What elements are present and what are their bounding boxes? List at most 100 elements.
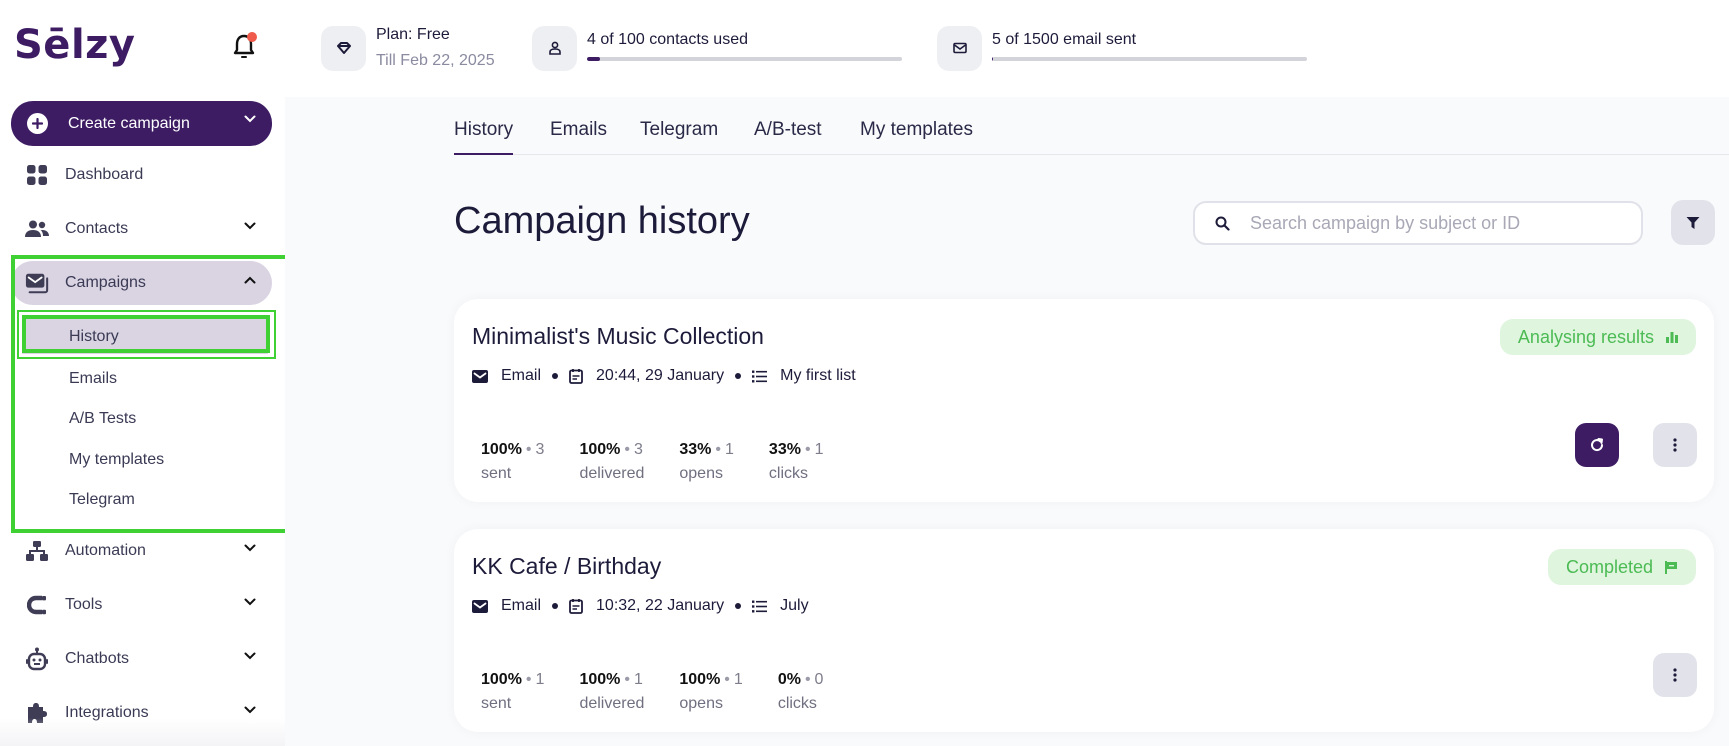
campaign-title[interactable]: Minimalist's Music Collection [472,323,764,350]
refresh-button[interactable] [1575,423,1619,467]
campaign-card[interactable]: Minimalist's Music Collection Email 20:4… [454,299,1714,502]
plan-expiry: Till Feb 22, 2025 [376,52,495,69]
chevron-down-icon[interactable] [244,652,256,660]
list-icon [752,370,768,382]
create-campaign-button[interactable]: Create campaign [11,101,272,146]
stat-percent: 33% [679,441,712,458]
campaign-list: July [780,597,809,614]
envelope-icon [472,369,488,383]
campaign-card[interactable]: KK Cafe / Birthday Email 10:32, 22 Janua… [454,529,1714,732]
status-badge: Completed [1547,549,1696,585]
sidebar-subitem-history[interactable]: History [22,319,268,354]
sidebar-subitem-my-templates[interactable]: My templates [22,442,268,477]
emails-usage-label: 5 of 1500 email sent [992,31,1137,48]
stat-label: sent [481,695,512,712]
bar-chart-icon [1666,332,1678,343]
search-input[interactable] [1250,212,1630,234]
sidebar-item-automation[interactable]: Automation [11,529,272,573]
stat-opens: 100% • 1 opens [679,671,743,712]
status-label: Completed [1565,556,1653,577]
stat-percent: 100% [579,671,621,688]
tab-emails[interactable]: Emails [550,119,607,153]
sidebar-item-label: Automation [65,542,146,559]
chevron-down-icon[interactable] [244,544,256,552]
selzy-logo[interactable]: Sēlzy [14,22,136,68]
stat-count: 3 [535,441,545,458]
campaign-meta: Email 10:32, 22 January July [472,597,809,615]
plan-info[interactable]: Plan: Free Till Feb 22, 2025 [321,25,495,71]
main-content: History Emails Telegram A/B-test My temp… [285,97,1729,746]
flag-icon [1665,560,1677,574]
search-box [1193,201,1643,245]
separator-dot [735,603,742,609]
search-icon [1215,216,1230,231]
chevron-down-icon[interactable] [244,222,256,230]
page-title: Campaign history [454,200,750,242]
more-options-button[interactable] [1653,423,1697,467]
plan-icon-box [321,25,366,71]
stat-sent: 100% • 1 sent [481,671,545,712]
user-icon [548,41,561,55]
sidebar-item-chatbots[interactable]: Chatbots [11,637,272,681]
stat-count: 0 [814,671,824,688]
stat-delivered: 100% • 3 delivered [579,441,645,482]
stat-label: delivered [579,695,645,712]
sidebar-subitem-ab-tests[interactable]: A/B Tests [22,401,268,436]
plus-circle-icon [27,113,48,134]
stat-delivered: 100% • 1 delivered [579,671,645,712]
sidebar-subitem-telegram[interactable]: Telegram [22,482,268,517]
stat-label: delivered [579,465,645,482]
stat-label: opens [679,465,723,482]
stat-count: 1 [633,671,643,688]
emails-progress-fill [992,57,994,61]
create-campaign-label: Create campaign [68,114,190,132]
campaign-stats: 100% • 1 sent 100% • 1 delivered 100% • 1 open… [481,671,858,713]
chevron-down-icon[interactable] [244,115,256,123]
envelope-icon [472,599,488,613]
sidebar-item-dashboard[interactable]: Dashboard [11,153,272,197]
dashboard-grid-icon [25,163,49,187]
stat-percent: 100% [481,671,522,688]
sidebar-item-label: Tools [65,596,103,613]
sidebar-item-label: Dashboard [65,166,144,183]
more-options-button[interactable] [1653,653,1697,697]
stat-opens: 33% • 1 opens [679,441,734,482]
automation-icon [25,539,49,563]
chevron-down-icon[interactable] [244,706,256,714]
sidebar-scroll-fade [0,718,285,746]
contacts-usage[interactable]: 4 of 100 contacts used [532,25,902,71]
stat-label: clicks [768,465,809,482]
tab-telegram[interactable]: Telegram [640,119,718,153]
stat-count: 1 [733,671,743,688]
refresh-icon [1591,438,1604,452]
chevron-down-icon[interactable] [244,598,256,606]
stat-percent: 0% [777,671,801,688]
stat-label: sent [481,465,512,482]
separator-dot [552,603,559,609]
plan-name: Plan: Free [376,26,450,43]
campaign-title[interactable]: KK Cafe / Birthday [472,553,661,580]
filter-button[interactable] [1671,200,1715,245]
emails-usage[interactable]: 5 of 1500 email sent [937,25,1307,71]
sidebar-item-label: Chatbots [65,650,130,667]
tab-history[interactable]: History [454,119,514,155]
chevron-up-icon[interactable] [244,276,256,284]
emails-icon-box [937,25,982,71]
stat-label: opens [679,695,723,712]
calendar-icon [569,599,583,614]
status-label: Analysing results [1517,326,1654,347]
sidebar-item-contacts[interactable]: Contacts [11,207,272,251]
sidebar-item-label: Campaigns [65,274,146,291]
campaign-type: Email [501,597,542,614]
stat-sent: 100% • 3 sent [481,441,545,482]
diamond-icon [336,42,351,54]
sidebar-subitem-emails[interactable]: Emails [22,361,268,396]
sidebar-item-tools[interactable]: Tools [11,583,272,627]
contacts-icon-box [532,25,577,71]
campaign-datetime: 10:32, 22 January [596,597,725,614]
stat-count: 1 [814,441,824,458]
tab-my-templates[interactable]: My templates [860,119,973,153]
sidebar-item-campaigns[interactable]: Campaigns [11,261,272,305]
tab-ab-test[interactable]: A/B-test [754,119,822,153]
robot-icon [25,647,49,671]
